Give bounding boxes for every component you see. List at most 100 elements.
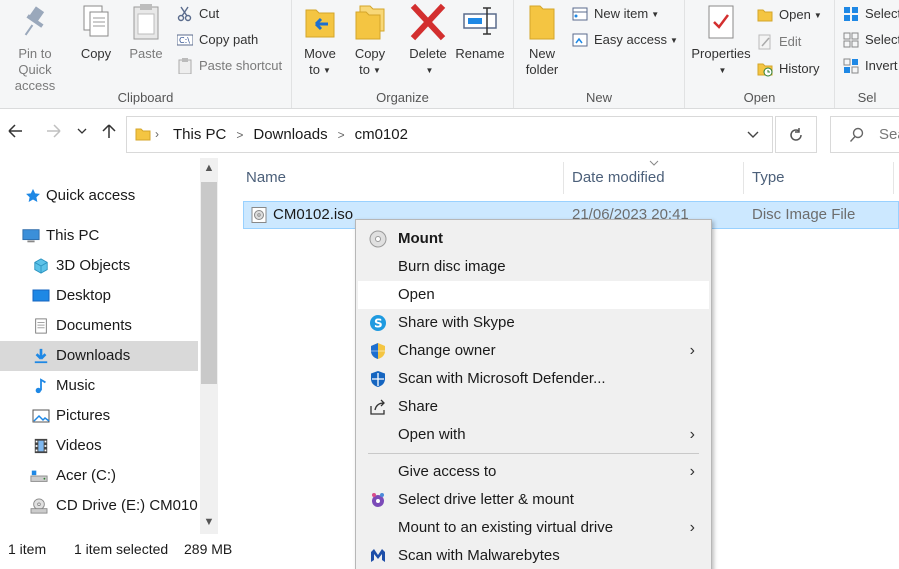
invert-selection-label: Invert [865, 58, 898, 73]
menu-item-scan-with-malwarebytes[interactable]: Scan with Malwarebytes [358, 542, 709, 569]
chevron-down-icon: ▼ [322, 65, 331, 75]
copy-to-icon [352, 2, 388, 42]
menu-item-mount[interactable]: Mount [358, 225, 709, 253]
scroll-up-arrow-icon[interactable]: ▲ [200, 162, 218, 174]
menu-item-mount-to-existing-virtual-drive[interactable]: Mount to an existing virtual drive › [358, 514, 709, 542]
address-bar[interactable]: › This PC > Downloads > cm0102 [126, 116, 773, 153]
iso-file-icon [251, 207, 267, 223]
scissors-icon [177, 6, 193, 22]
folder-icon [135, 128, 151, 141]
breadcrumb: This PC > Downloads > cm0102 [173, 117, 408, 152]
properties-button[interactable]: Properties ▼ [689, 2, 753, 79]
chevron-right-icon[interactable]: > [338, 128, 345, 142]
edit-button[interactable]: Edit [757, 32, 801, 52]
menu-item-open[interactable]: Open [358, 281, 709, 309]
open-folder-icon [757, 7, 773, 23]
desktop-icon [32, 289, 50, 302]
search-icon [849, 127, 864, 142]
menu-item-open-with[interactable]: Open with › [358, 421, 709, 449]
nav-item-desktop[interactable]: Desktop [0, 281, 198, 311]
history-button[interactable]: History [757, 59, 819, 79]
select-group: Select Select Invert Sel [835, 0, 899, 108]
cut-label: Cut [199, 6, 220, 21]
breadcrumb-cm0102[interactable]: cm0102 [355, 126, 408, 143]
select-none-button[interactable]: Select [843, 30, 899, 50]
forward-button[interactable] [42, 122, 66, 146]
new-item-button[interactable]: New item ▼ [572, 4, 659, 24]
menu-item-select-drive-letter-mount[interactable]: Select drive letter & mount [358, 486, 709, 514]
paste-button[interactable]: Paste [124, 2, 168, 62]
open-button[interactable]: Open ▼ [757, 5, 822, 25]
nav-item-music[interactable]: Music [0, 371, 198, 401]
column-header-type[interactable]: Type [742, 162, 894, 194]
nav-item-cd-drive[interactable]: CD Drive (E:) CM0102 [0, 491, 198, 521]
menu-item-share[interactable]: Share [358, 393, 709, 421]
chevron-right-icon: › [689, 463, 695, 480]
nav-label: Downloads [56, 347, 131, 364]
search-box[interactable]: Sea [830, 116, 899, 153]
chevron-down-icon: ▼ [425, 65, 434, 75]
copy-label: Copy [80, 46, 112, 61]
copy-path-button[interactable]: C:\ Copy path [176, 30, 258, 50]
delete-button[interactable]: Delete ▼ [406, 2, 450, 79]
copy-button[interactable]: Copy [74, 2, 118, 62]
easy-access-button[interactable]: Easy access ▼ [572, 30, 678, 50]
chevron-right-icon[interactable]: > [236, 128, 243, 142]
context-menu: Mount Burn disc image Open S Share with … [355, 219, 712, 569]
nav-item-pictures[interactable]: Pictures [0, 401, 198, 431]
scroll-down-arrow-icon[interactable]: ▼ [200, 516, 218, 528]
menu-item-share-with-skype[interactable]: S Share with Skype [358, 309, 709, 337]
menu-item-give-access-to[interactable]: Give access to › [358, 458, 709, 486]
menu-item-label: Open with [398, 426, 466, 443]
organize-group-label: Organize [376, 90, 429, 105]
nav-label-this-pc: This PC [46, 227, 100, 244]
menu-item-scan-with-defender[interactable]: Scan with Microsoft Defender... [358, 365, 709, 393]
column-header-date-modified[interactable]: Date modified [562, 162, 744, 194]
nav-pane-scrollbar[interactable]: ▲ ▼ [200, 158, 218, 534]
downloads-icon [34, 348, 48, 364]
scrollbar-thumb[interactable] [201, 182, 217, 384]
new-folder-button[interactable]: New folder [520, 2, 564, 78]
nav-item-videos[interactable]: Videos [0, 431, 198, 461]
nav-this-pc[interactable]: This PC [0, 221, 198, 251]
nav-item-3d-objects[interactable]: 3D Objects [0, 251, 198, 281]
rename-button[interactable]: Rename [454, 2, 506, 62]
breadcrumb-downloads[interactable]: Downloads [253, 126, 327, 143]
defender-icon [369, 370, 387, 388]
menu-item-change-owner[interactable]: Change owner › [358, 337, 709, 365]
move-to-button[interactable]: Move to ▼ [298, 2, 342, 79]
nav-quick-access[interactable]: Quick access [0, 181, 198, 211]
pin-to-quick-access-button[interactable]: Pin to Quick access [0, 2, 70, 94]
chevron-down-icon[interactable] [746, 129, 760, 141]
select-none-label: Select [865, 32, 899, 47]
copy-to-label-line1: Copy [354, 46, 386, 61]
back-button[interactable] [3, 122, 27, 146]
paste-shortcut-button[interactable]: Paste shortcut [177, 56, 282, 76]
column-header-name[interactable]: Name [236, 162, 564, 194]
nav-item-documents[interactable]: Documents [0, 311, 198, 341]
nav-item-downloads[interactable]: Downloads [0, 341, 198, 371]
copy-icon [78, 2, 114, 42]
up-arrow-icon [102, 124, 116, 138]
recent-locations-button[interactable] [72, 122, 92, 146]
up-button[interactable] [97, 122, 121, 146]
menu-item-label: Select drive letter & mount [398, 491, 574, 508]
copy-to-button[interactable]: Copy to ▼ [348, 2, 392, 79]
nav-label: Acer (C:) [56, 467, 116, 484]
nav-label: Documents [56, 317, 132, 334]
menu-item-burn-disc-image[interactable]: Burn disc image [358, 253, 709, 281]
cut-button[interactable]: Cut [177, 4, 219, 24]
open-group: Properties ▼ Open ▼ Edit History Open [685, 0, 835, 108]
nav-item-acer-c[interactable]: Acer (C:) [0, 461, 198, 491]
refresh-button[interactable] [775, 116, 817, 153]
nav-label: Pictures [56, 407, 111, 424]
search-placeholder: Sea [879, 126, 899, 143]
3d-objects-icon [34, 258, 48, 274]
paste-shortcut-label: Paste shortcut [199, 58, 283, 73]
invert-selection-button[interactable]: Invert [843, 56, 898, 76]
menu-item-label: Change owner [398, 342, 496, 359]
select-all-button[interactable]: Select [843, 4, 899, 24]
svg-text:S: S [374, 317, 383, 331]
chevron-right-icon: › [689, 519, 695, 536]
breadcrumb-this-pc[interactable]: This PC [173, 126, 226, 143]
